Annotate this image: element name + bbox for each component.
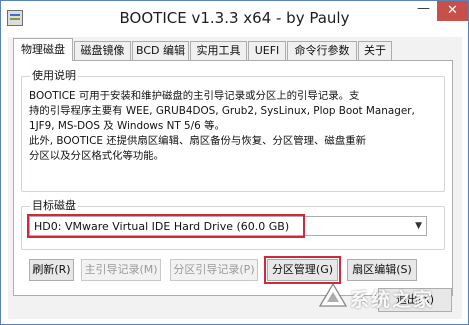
mbr-button[interactable]: 主引导记录(M) [81, 259, 161, 281]
physical-disk-panel: 使用说明 BOOTICE 可用于安装和维护磁盘的主引导记录或分区上的引导记录。支… [13, 60, 453, 296]
refresh-button[interactable]: 刷新(R) [29, 259, 74, 281]
usage-line: 此外, BOOTICE 还提供扇区编辑、扇区备份与恢复、分区管理、磁盘重新 [29, 135, 366, 147]
usage-line: 1JF9, MS-DOS 及 Windows NT 5/6 等。 [29, 120, 225, 132]
target-disk-title: 目标磁盘 [30, 199, 78, 213]
watermark-text: 系统之家 [350, 289, 435, 311]
pbr-button[interactable]: 分区引导记录(P) [170, 259, 258, 281]
watermark-logo-icon [318, 282, 348, 307]
tab-uefi[interactable]: UEFI [248, 41, 286, 60]
usage-line: BOOTICE 可用于安装和维护磁盘的主引导记录或分区上的引导记录。支 [29, 90, 360, 102]
close-button[interactable]: ✕ [437, 1, 468, 21]
window-title: BOOTICE v1.3.3 x64 - by Pauly [119, 9, 350, 27]
usage-group: 使用说明 BOOTICE 可用于安装和维护磁盘的主引导记录或分区上的引导记录。支… [21, 69, 445, 192]
tab-utilities[interactable]: 实用工具 [190, 41, 247, 60]
usage-line: 分区以及分区格式化等功能。 [29, 150, 165, 162]
app-window: BOOTICE v1.3.3 x64 - by Pauly — ✕ 物理磁盘 磁… [0, 0, 469, 325]
tab-command-line[interactable]: 命令行参数 [287, 41, 357, 60]
minimize-button[interactable]: — [410, 1, 437, 21]
tab-about[interactable]: 关于 [358, 41, 392, 60]
usage-title: 使用说明 [30, 69, 78, 83]
usage-description: BOOTICE 可用于安装和维护磁盘的主引导记录或分区上的引导记录。支 持的引导… [29, 89, 422, 164]
tab-physical-disk[interactable]: 物理磁盘 [13, 38, 73, 61]
chevron-down-icon[interactable]: ▼ [415, 217, 422, 236]
tab-bcd-edit[interactable]: BCD 编辑 [132, 41, 189, 60]
usage-line: 持的引导程序主要有 WEE, GRUB4DOS, Grub2, SysLinux… [29, 105, 415, 117]
tab-disk-image[interactable]: 磁盘镜像 [74, 41, 131, 60]
title-bar[interactable]: BOOTICE v1.3.3 x64 - by Pauly — ✕ [1, 1, 468, 35]
watermark: 系统之家 [316, 277, 466, 317]
disk-highlight-box [27, 214, 305, 238]
